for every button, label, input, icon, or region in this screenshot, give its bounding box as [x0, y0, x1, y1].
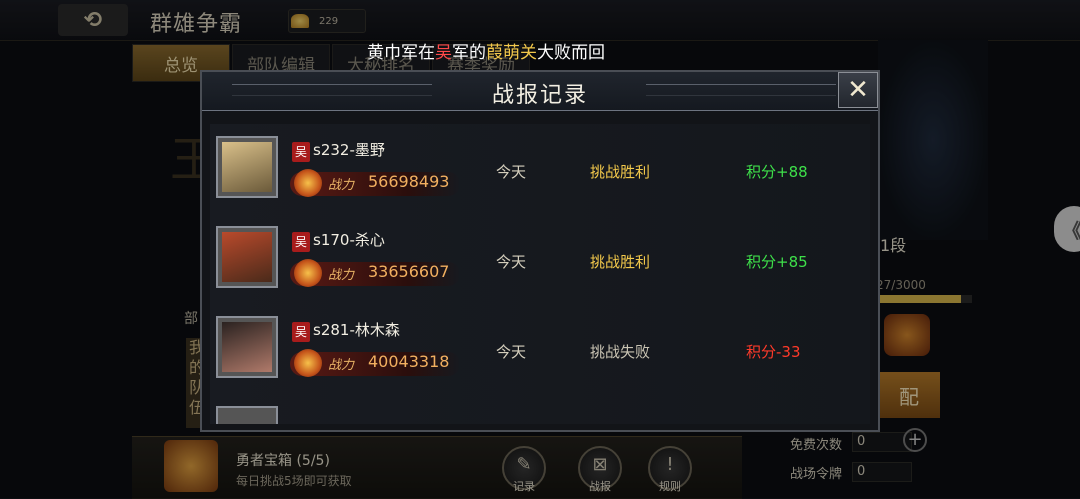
hero-portrait [222, 322, 272, 372]
report-list[interactable]: 吴 s232-墨野 战力 56698493 今天 挑战胜利 积分+88 吴 s170-杀心 战力 3… [210, 124, 870, 424]
modal-header: 战报记录 ✕ [202, 72, 878, 111]
hero-portrait [222, 232, 272, 282]
power-value: 33656607 [368, 262, 450, 281]
ticker-place: 葭萌关 [486, 43, 537, 63]
power-label: 战力 [328, 178, 355, 193]
score-change: 积分-33 [746, 343, 801, 361]
score-change: 积分+88 [746, 163, 808, 181]
battle-result: 挑战胜利 [590, 163, 651, 181]
ticker-faction: 吴 [435, 43, 452, 63]
battle-report-modal: 战报记录 ✕ 吴 s232-墨野 战力 56698493 今天 挑战胜利 积分+88 吴 s17… [200, 70, 880, 432]
player-name: s170-杀心 [313, 231, 385, 249]
modal-title: 战报记录 [491, 83, 588, 108]
avatar[interactable] [216, 136, 278, 198]
flame-icon [294, 349, 322, 377]
flame-icon [294, 169, 322, 197]
power-value: 56698493 [368, 172, 450, 191]
faction-badge: 吴 [292, 232, 310, 252]
battle-date: 今天 [496, 163, 527, 181]
report-row-partial[interactable] [210, 394, 870, 424]
ticker-text-3: 大败而回 [537, 43, 605, 63]
player-name: s232-墨野 [313, 141, 385, 159]
power-value: 40043318 [368, 352, 450, 371]
score-change: 积分+85 [746, 253, 808, 271]
battle-result: 挑战胜利 [590, 253, 651, 271]
report-row[interactable]: 吴 s232-墨野战力 56698493 今天 挑战胜利 积分+88 [210, 124, 870, 215]
close-icon: ✕ [847, 75, 869, 105]
hero-portrait [222, 142, 272, 192]
report-row[interactable]: 吴 s170-杀心战力 33656607 今天 挑战胜利 积分+85 [210, 214, 870, 305]
avatar[interactable] [216, 226, 278, 288]
flame-icon [294, 259, 322, 287]
broadcast-ticker: 黄巾军在吴军的葭萌关大败而回 [367, 38, 605, 63]
battle-date: 今天 [496, 343, 527, 361]
avatar[interactable] [216, 316, 278, 378]
player-name: s281-林木森 [313, 321, 400, 339]
power-label: 战力 [328, 268, 355, 283]
avatar[interactable] [216, 406, 278, 424]
battle-date: 今天 [496, 253, 527, 271]
faction-badge: 吴 [292, 322, 310, 342]
report-row[interactable]: 吴 s281-林木森战力 40043318 今天 挑战失败 积分-33 [210, 304, 870, 395]
close-button[interactable]: ✕ [838, 72, 878, 108]
faction-badge: 吴 [292, 142, 310, 162]
ticker-text-2: 军的 [452, 43, 486, 63]
ticker-text-1: 黄巾军在 [367, 43, 435, 63]
battle-result: 挑战失败 [590, 343, 651, 361]
power-label: 战力 [328, 358, 355, 373]
